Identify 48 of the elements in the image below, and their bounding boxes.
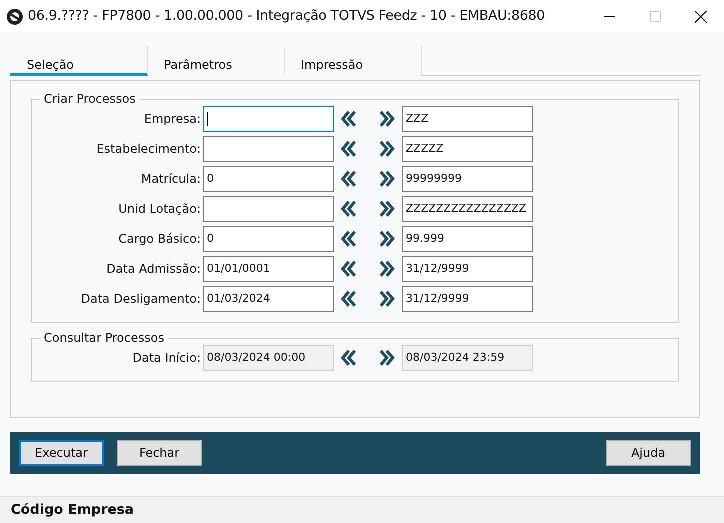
input-field[interactable]: 99.999 (402, 226, 533, 252)
double-left-chevron-icon[interactable] (339, 349, 359, 367)
input-field[interactable]: ZZZZZ (402, 136, 533, 162)
input-field[interactable]: 31/12/9999 (402, 256, 533, 282)
input-field[interactable]: 99999999 (402, 166, 533, 192)
double-left-chevron-icon[interactable] (339, 110, 359, 128)
app-logo-icon (6, 8, 24, 26)
action-button[interactable]: Ajuda (606, 440, 691, 466)
double-right-chevron-icon[interactable] (377, 110, 397, 128)
window-title: 06.9.???? - FP7800 - 1.00.00.000 - Integração TOTVS Feedz - 10 - EMBAU:8680 (28, 7, 546, 26)
status-bar: Código Empresa (0, 496, 724, 523)
tab[interactable]: Impressão (284, 46, 422, 76)
input-field[interactable]: 0 (203, 166, 334, 192)
double-right-chevron-icon[interactable] (377, 170, 397, 188)
field-label: Data Admissão: (106, 261, 202, 278)
double-left-chevron-icon[interactable] (339, 140, 359, 158)
tab[interactable]: Parâmetros (147, 46, 285, 76)
field-label: Cargo Básico: (118, 231, 202, 248)
field-label: Unid Lotação: (118, 201, 202, 218)
field-label: Data Início: (132, 350, 202, 367)
input-field[interactable] (203, 196, 334, 222)
input-field[interactable]: 31/12/9999 (402, 286, 533, 312)
input-field[interactable]: 01/03/2024 (203, 286, 334, 312)
double-left-chevron-icon[interactable] (339, 230, 359, 248)
double-left-chevron-icon[interactable] (339, 290, 359, 308)
double-left-chevron-icon[interactable] (339, 200, 359, 218)
double-right-chevron-icon[interactable] (377, 260, 397, 278)
double-right-chevron-icon[interactable] (377, 349, 397, 367)
input-field[interactable] (203, 106, 334, 132)
double-right-chevron-icon[interactable] (377, 230, 397, 248)
double-left-chevron-icon[interactable] (339, 170, 359, 188)
action-button[interactable]: Fechar (117, 440, 202, 466)
field-label: Matrícula: (140, 171, 202, 188)
input-field[interactable]: 0 (203, 226, 334, 252)
input-field[interactable] (203, 136, 334, 162)
double-right-chevron-icon[interactable] (377, 200, 397, 218)
double-left-chevron-icon[interactable] (339, 260, 359, 278)
double-right-chevron-icon[interactable] (377, 140, 397, 158)
close-icon[interactable] (695, 10, 707, 22)
field-label: Empresa: (143, 111, 202, 128)
field-label: Data Desligamento: (80, 291, 202, 308)
field-label: Estabelecimento: (96, 141, 202, 158)
double-right-chevron-icon[interactable] (377, 290, 397, 308)
input-field[interactable]: 01/01/0001 (203, 256, 334, 282)
input-field[interactable]: ZZZZZZZZZZZZZZZZ (402, 196, 533, 222)
tab[interactable]: Seleção (10, 46, 148, 76)
action-button[interactable]: Executar (19, 440, 104, 466)
input-field[interactable]: ZZZ (402, 106, 533, 132)
